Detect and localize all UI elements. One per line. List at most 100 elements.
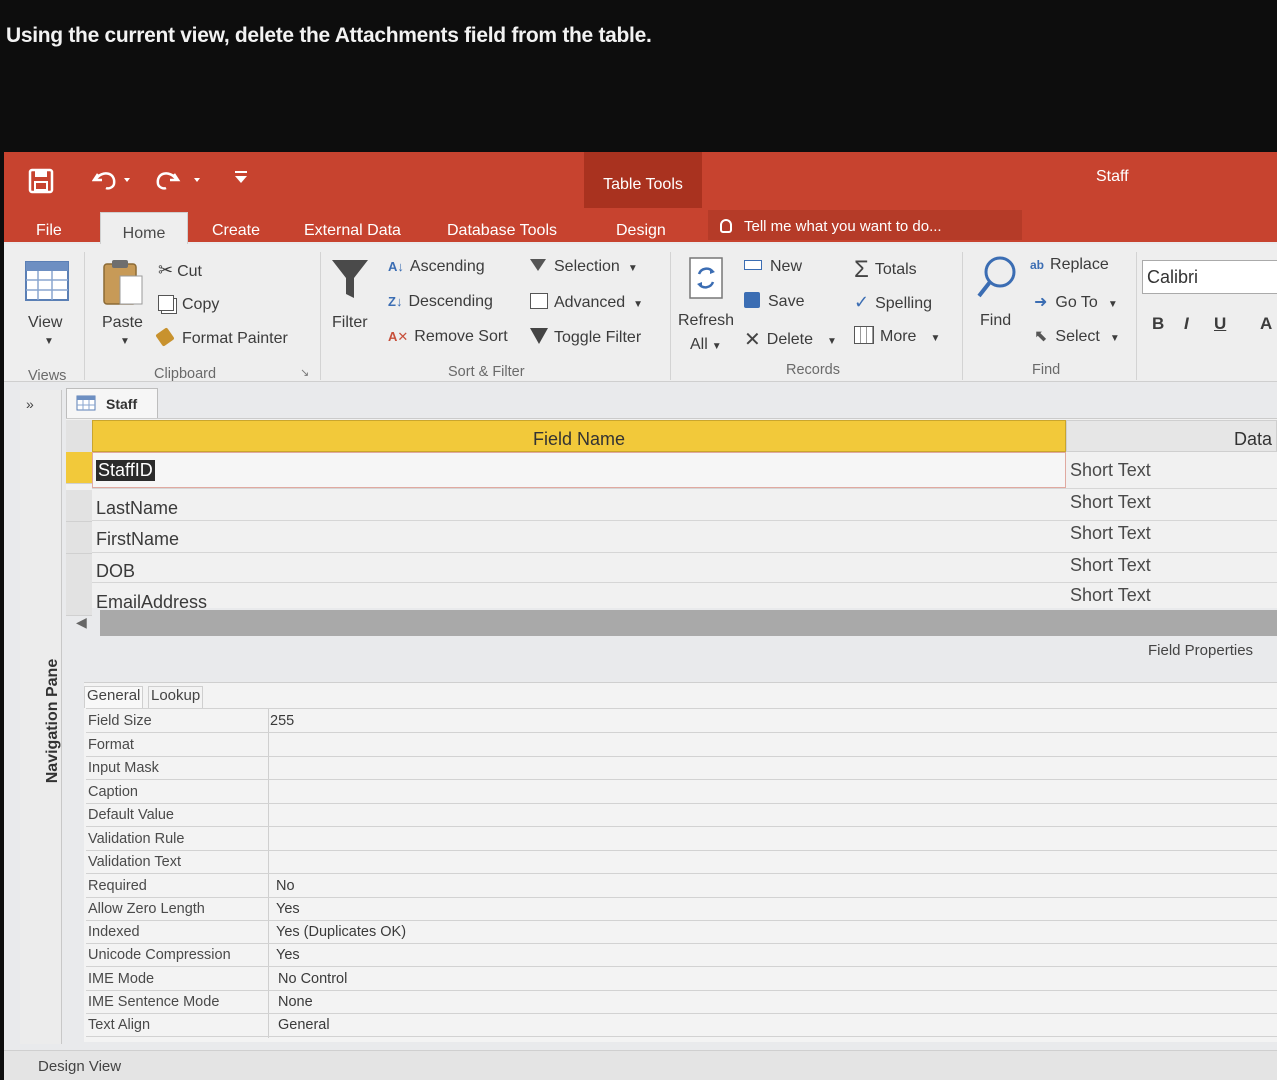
field-name-cell[interactable]: DOB [96,561,135,582]
field-name-cell[interactable]: FirstName [96,529,179,550]
tab-home[interactable]: Home [100,212,188,246]
table-row-selected [92,452,1066,488]
tell-me-text: Tell me what you want to do... [744,218,942,235]
property-label: Default Value [88,807,174,823]
font-name-box[interactable]: Calibri [1142,260,1277,294]
field-properties-pane [84,682,1277,1042]
delete-record-button[interactable]: ✕ Delete ▼ [744,327,837,352]
save-record-button[interactable]: Save [744,292,804,311]
filter-funnel-icon[interactable] [330,256,370,302]
sort-ascending-icon: A↓ [388,259,404,274]
property-value[interactable]: General [278,1017,330,1033]
save-icon[interactable] [28,168,54,194]
datasheet-view-icon[interactable] [24,260,70,302]
tell-me-box[interactable]: Tell me what you want to do... [708,210,1022,240]
property-value[interactable]: No [276,878,295,894]
dialog-launcher-icon[interactable]: ↘ [300,366,309,379]
row-selector[interactable] [66,490,92,522]
format-painter-button[interactable]: Format Painter [155,327,288,348]
arrow-right-icon: ➜ [1034,294,1048,311]
refresh-all-label[interactable]: All ▼ [690,336,722,354]
data-type-cell[interactable]: Short Text [1070,460,1151,481]
filter-button[interactable]: Filter [332,314,368,332]
totals-button[interactable]: Σ Totals [854,256,917,284]
refresh-all-button[interactable]: Refresh [678,312,734,330]
underline-button[interactable]: U [1214,314,1226,334]
goto-button[interactable]: ➜ Go To ▼ [1034,292,1118,312]
lightbulb-icon [720,219,732,233]
descending-button[interactable]: Z↓ Descending [388,293,493,311]
property-value[interactable]: 255 [270,713,294,729]
tab-design[interactable]: Design [616,222,666,240]
more-button[interactable]: More ▼ [854,326,940,346]
save-record-icon [744,292,760,308]
selection-button[interactable]: Selection ▼ [530,258,638,276]
tab-create[interactable]: Create [212,222,260,240]
view-dropdown-icon[interactable]: ▼ [44,336,54,347]
table-icon [76,395,96,411]
group-find: Find [1032,362,1061,378]
expand-chevron-icon[interactable]: » [26,396,34,412]
ascending-button[interactable]: A↓ Ascending [388,258,485,276]
property-value[interactable]: No Control [278,971,347,987]
toggle-filter-button[interactable]: Toggle Filter [530,328,641,347]
data-type-cell[interactable]: Short Text [1070,555,1151,576]
redo-icon[interactable] [154,166,202,192]
italic-button[interactable]: I [1184,314,1189,334]
data-type-header[interactable]: Data [1066,420,1277,452]
field-name-cell[interactable]: StaffID [96,460,155,481]
view-button[interactable]: View [28,314,62,332]
advanced-button[interactable]: Advanced ▼ [530,293,643,312]
find-button[interactable]: Find [980,312,1011,330]
goto-dropdown-icon: ▼ [1107,299,1118,310]
table-tools-label: Table Tools [603,176,683,193]
tab-external-data[interactable]: External Data [304,222,401,240]
property-value[interactable]: Yes [276,901,300,917]
row-selector[interactable] [66,522,92,554]
question-text: Using the current view, delete the Attac… [6,24,652,47]
row-selector[interactable] [66,584,92,616]
group-sort-filter: Sort & Filter [448,364,525,380]
data-type-cell[interactable]: Short Text [1070,492,1151,513]
horizontal-scrollbar[interactable] [100,610,1277,636]
tab-file[interactable]: File [36,222,62,240]
navigation-pane-label: Navigation Pane [44,658,61,784]
new-record-button[interactable]: New [744,258,802,276]
new-record-icon [744,260,762,270]
scroll-left-icon[interactable]: ◀ [76,614,87,631]
select-dropdown-icon: ▼ [1109,333,1120,344]
data-type-cell[interactable]: Short Text [1070,523,1151,544]
customize-qat-icon[interactable] [232,168,250,186]
field-name-cell[interactable]: LastName [96,498,178,519]
property-value[interactable]: Yes [276,947,300,963]
property-label: Field Size [88,713,152,729]
document-tab-label: Staff [106,396,138,412]
refresh-icon[interactable] [688,256,724,302]
property-value[interactable]: None [278,994,313,1010]
remove-sort-button[interactable]: A✕ Remove Sort [388,328,508,346]
paste-icon[interactable] [100,256,146,306]
spelling-button[interactable]: ✓ Spelling [854,292,932,313]
paste-dropdown-icon[interactable]: ▼ [120,336,130,347]
field-name-header[interactable]: Field Name [92,420,1066,452]
access-window: Table Tools Staff File Home Create Exter… [4,152,1277,1080]
status-view-label: Design View [38,1058,122,1075]
group-views: Views [28,368,67,384]
data-type-cell[interactable]: Short Text [1070,585,1151,606]
row-selector[interactable] [66,554,92,586]
select-button[interactable]: ⬉ Select ▼ [1034,326,1120,346]
tab-general[interactable]: General [84,686,144,708]
undo-icon[interactable] [92,166,132,192]
row-selector-staffid[interactable] [66,452,92,484]
replace-button[interactable]: ab Replace [1030,256,1109,274]
copy-button[interactable]: Copy [158,295,219,314]
property-value[interactable]: Yes (Duplicates OK) [276,924,406,940]
find-magnifier-icon[interactable] [976,254,1020,300]
cursor-icon: ⬉ [1034,328,1048,345]
tab-database-tools[interactable]: Database Tools [447,222,557,240]
paste-button[interactable]: Paste [102,314,143,332]
cut-button[interactable]: ✂ Cut [158,260,202,281]
font-color-button[interactable]: A [1260,314,1272,334]
tab-lookup[interactable]: Lookup [148,686,204,708]
bold-button[interactable]: B [1152,314,1164,334]
